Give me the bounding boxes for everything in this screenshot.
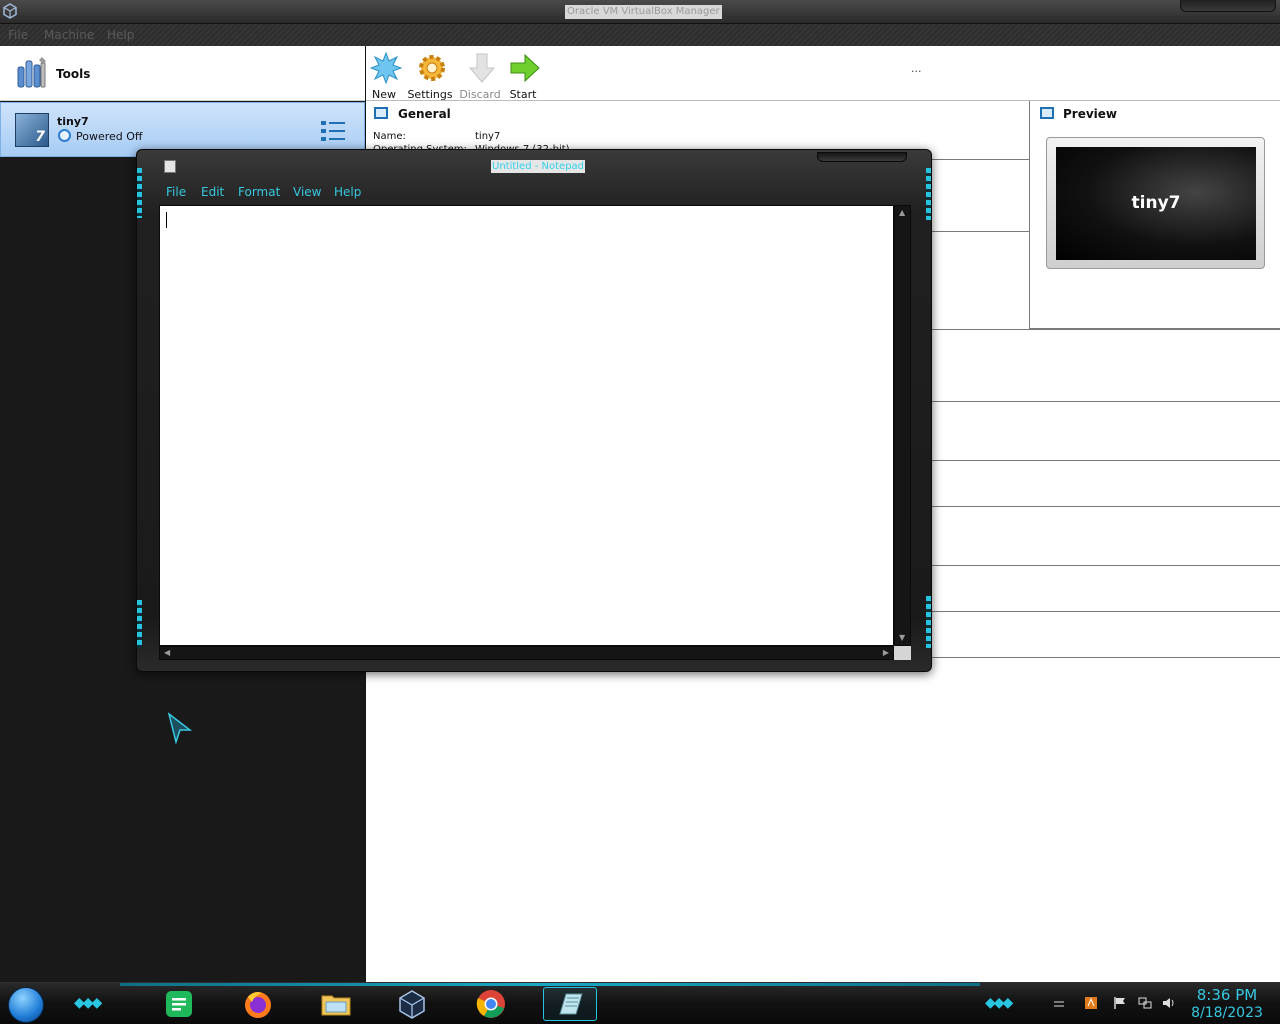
notepad-app-icon[interactable] bbox=[164, 160, 176, 173]
frame-accent-left-top bbox=[137, 168, 142, 218]
section-divider bbox=[926, 611, 1280, 612]
section-divider bbox=[926, 329, 1280, 330]
notepad-text-area[interactable] bbox=[159, 205, 894, 646]
preview-frame: tiny7 bbox=[1046, 137, 1265, 269]
tools-item[interactable]: Tools bbox=[0, 46, 365, 101]
action-center-flag-icon[interactable] bbox=[1113, 996, 1127, 1010]
notepad-title: Untitled - Notepad bbox=[491, 160, 586, 173]
new-button[interactable]: New bbox=[360, 50, 408, 101]
np-menu-edit[interactable]: Edit bbox=[201, 185, 224, 199]
frame-accent-right-bottom bbox=[926, 596, 931, 648]
virtualbox-menubar: File Machine Help bbox=[0, 24, 1280, 46]
green-arrow-icon bbox=[510, 53, 540, 83]
power-off-icon bbox=[58, 129, 71, 142]
volume-icon[interactable] bbox=[1162, 996, 1176, 1010]
general-section-title[interactable]: General bbox=[398, 107, 451, 121]
machine-menu-icon[interactable] bbox=[320, 119, 346, 143]
gear-icon bbox=[419, 55, 445, 81]
vm-name: tiny7 bbox=[57, 115, 89, 128]
section-divider bbox=[926, 565, 1280, 566]
preview-screen: tiny7 bbox=[1056, 147, 1256, 260]
vm-state: Powered Off bbox=[76, 130, 143, 143]
toolbar-overflow[interactable]: ... bbox=[911, 62, 922, 75]
menu-machine[interactable]: Machine bbox=[44, 28, 94, 42]
np-menu-format[interactable]: Format bbox=[238, 185, 280, 199]
scroll-right-icon[interactable]: ▶ bbox=[883, 649, 889, 657]
windows7-os-icon: 7 bbox=[15, 113, 49, 147]
network-icon[interactable] bbox=[1138, 996, 1152, 1010]
tray-app-icon[interactable] bbox=[1084, 996, 1098, 1010]
text-caret bbox=[166, 212, 167, 228]
down-arrow-icon bbox=[468, 53, 496, 83]
vertical-scrollbar[interactable]: ▲ ▼ bbox=[894, 205, 911, 646]
start-button[interactable] bbox=[8, 987, 44, 1023]
notepad-window[interactable]: Untitled - Notepad File Edit Format View… bbox=[136, 149, 932, 672]
tools-label: Tools bbox=[56, 67, 91, 81]
show-hidden-icons-icon[interactable] bbox=[1052, 996, 1066, 1010]
virtualbox-cube-icon bbox=[3, 3, 17, 19]
sheets-icon[interactable] bbox=[163, 988, 195, 1020]
scroll-down-icon[interactable]: ▼ bbox=[899, 634, 905, 642]
mouse-cursor-icon bbox=[167, 712, 192, 744]
section-divider bbox=[926, 506, 1280, 507]
section-divider bbox=[926, 657, 1280, 658]
np-menu-help[interactable]: Help bbox=[334, 185, 361, 199]
scroll-left-icon[interactable]: ◀ bbox=[164, 649, 170, 657]
discard-label: Discard bbox=[459, 88, 501, 101]
menu-file[interactable]: File bbox=[8, 28, 28, 42]
tools-icon bbox=[17, 57, 46, 88]
general-monitor-icon bbox=[374, 107, 388, 119]
main-toolbar: New Settings Discard Start ... bbox=[366, 46, 1280, 101]
notepad-menubar: File Edit Format View Help bbox=[159, 183, 911, 203]
virtualbox-icon[interactable] bbox=[396, 988, 428, 1020]
taskbar-chevron-icon: ◆◆◆ bbox=[74, 995, 102, 1011]
np-menu-view[interactable]: View bbox=[293, 185, 321, 199]
taskbar-glow bbox=[120, 983, 980, 986]
np-menu-file[interactable]: File bbox=[166, 185, 186, 199]
section-divider bbox=[926, 460, 1280, 461]
discard-button[interactable]: Discard bbox=[456, 50, 504, 101]
preview-monitor-icon bbox=[1040, 107, 1054, 119]
frame-accent-left-bottom bbox=[137, 600, 142, 648]
window-caption-buttons[interactable] bbox=[1180, 0, 1276, 12]
preview-panel: Preview tiny7 bbox=[1029, 101, 1280, 329]
os-badge: 7 bbox=[35, 129, 45, 145]
name-key: Name: bbox=[373, 131, 406, 142]
new-starburst-icon bbox=[370, 52, 402, 84]
resize-grip[interactable] bbox=[894, 646, 911, 660]
start-button[interactable]: Start bbox=[499, 50, 547, 101]
section-divider bbox=[926, 401, 1280, 402]
scroll-up-icon[interactable]: ▲ bbox=[899, 209, 905, 217]
name-value: tiny7 bbox=[475, 131, 501, 142]
chrome-icon[interactable] bbox=[475, 988, 507, 1020]
taskbar: ◆◆◆ ◆◆◆ 8:36 PM 8/18/2023 bbox=[0, 982, 1280, 1024]
frame-accent-right-top bbox=[926, 168, 931, 220]
start-label: Start bbox=[509, 88, 537, 101]
menu-help[interactable]: Help bbox=[107, 28, 134, 42]
settings-button[interactable]: Settings bbox=[406, 50, 454, 101]
preview-vm-label: tiny7 bbox=[1131, 193, 1181, 213]
new-label: New bbox=[372, 88, 396, 101]
clock-time[interactable]: 8:36 PM bbox=[1190, 986, 1264, 1004]
horizontal-scrollbar[interactable]: ◀ ▶ bbox=[159, 646, 894, 660]
file-explorer-icon[interactable] bbox=[320, 988, 352, 1020]
clock-date[interactable]: 8/18/2023 bbox=[1186, 1005, 1268, 1021]
window-title: Oracle VM VirtualBox Manager bbox=[565, 5, 722, 19]
taskbar-chevron-icon: ◆◆◆ bbox=[985, 995, 1013, 1011]
settings-label: Settings bbox=[407, 88, 453, 101]
caption-buttons[interactable] bbox=[817, 152, 907, 162]
virtualbox-titlebar[interactable]: Oracle VM VirtualBox Manager bbox=[0, 0, 1280, 24]
section-divider bbox=[926, 231, 1029, 232]
notepad-icon[interactable] bbox=[554, 988, 586, 1020]
firefox-icon[interactable] bbox=[242, 988, 274, 1020]
preview-title[interactable]: Preview bbox=[1063, 107, 1117, 121]
